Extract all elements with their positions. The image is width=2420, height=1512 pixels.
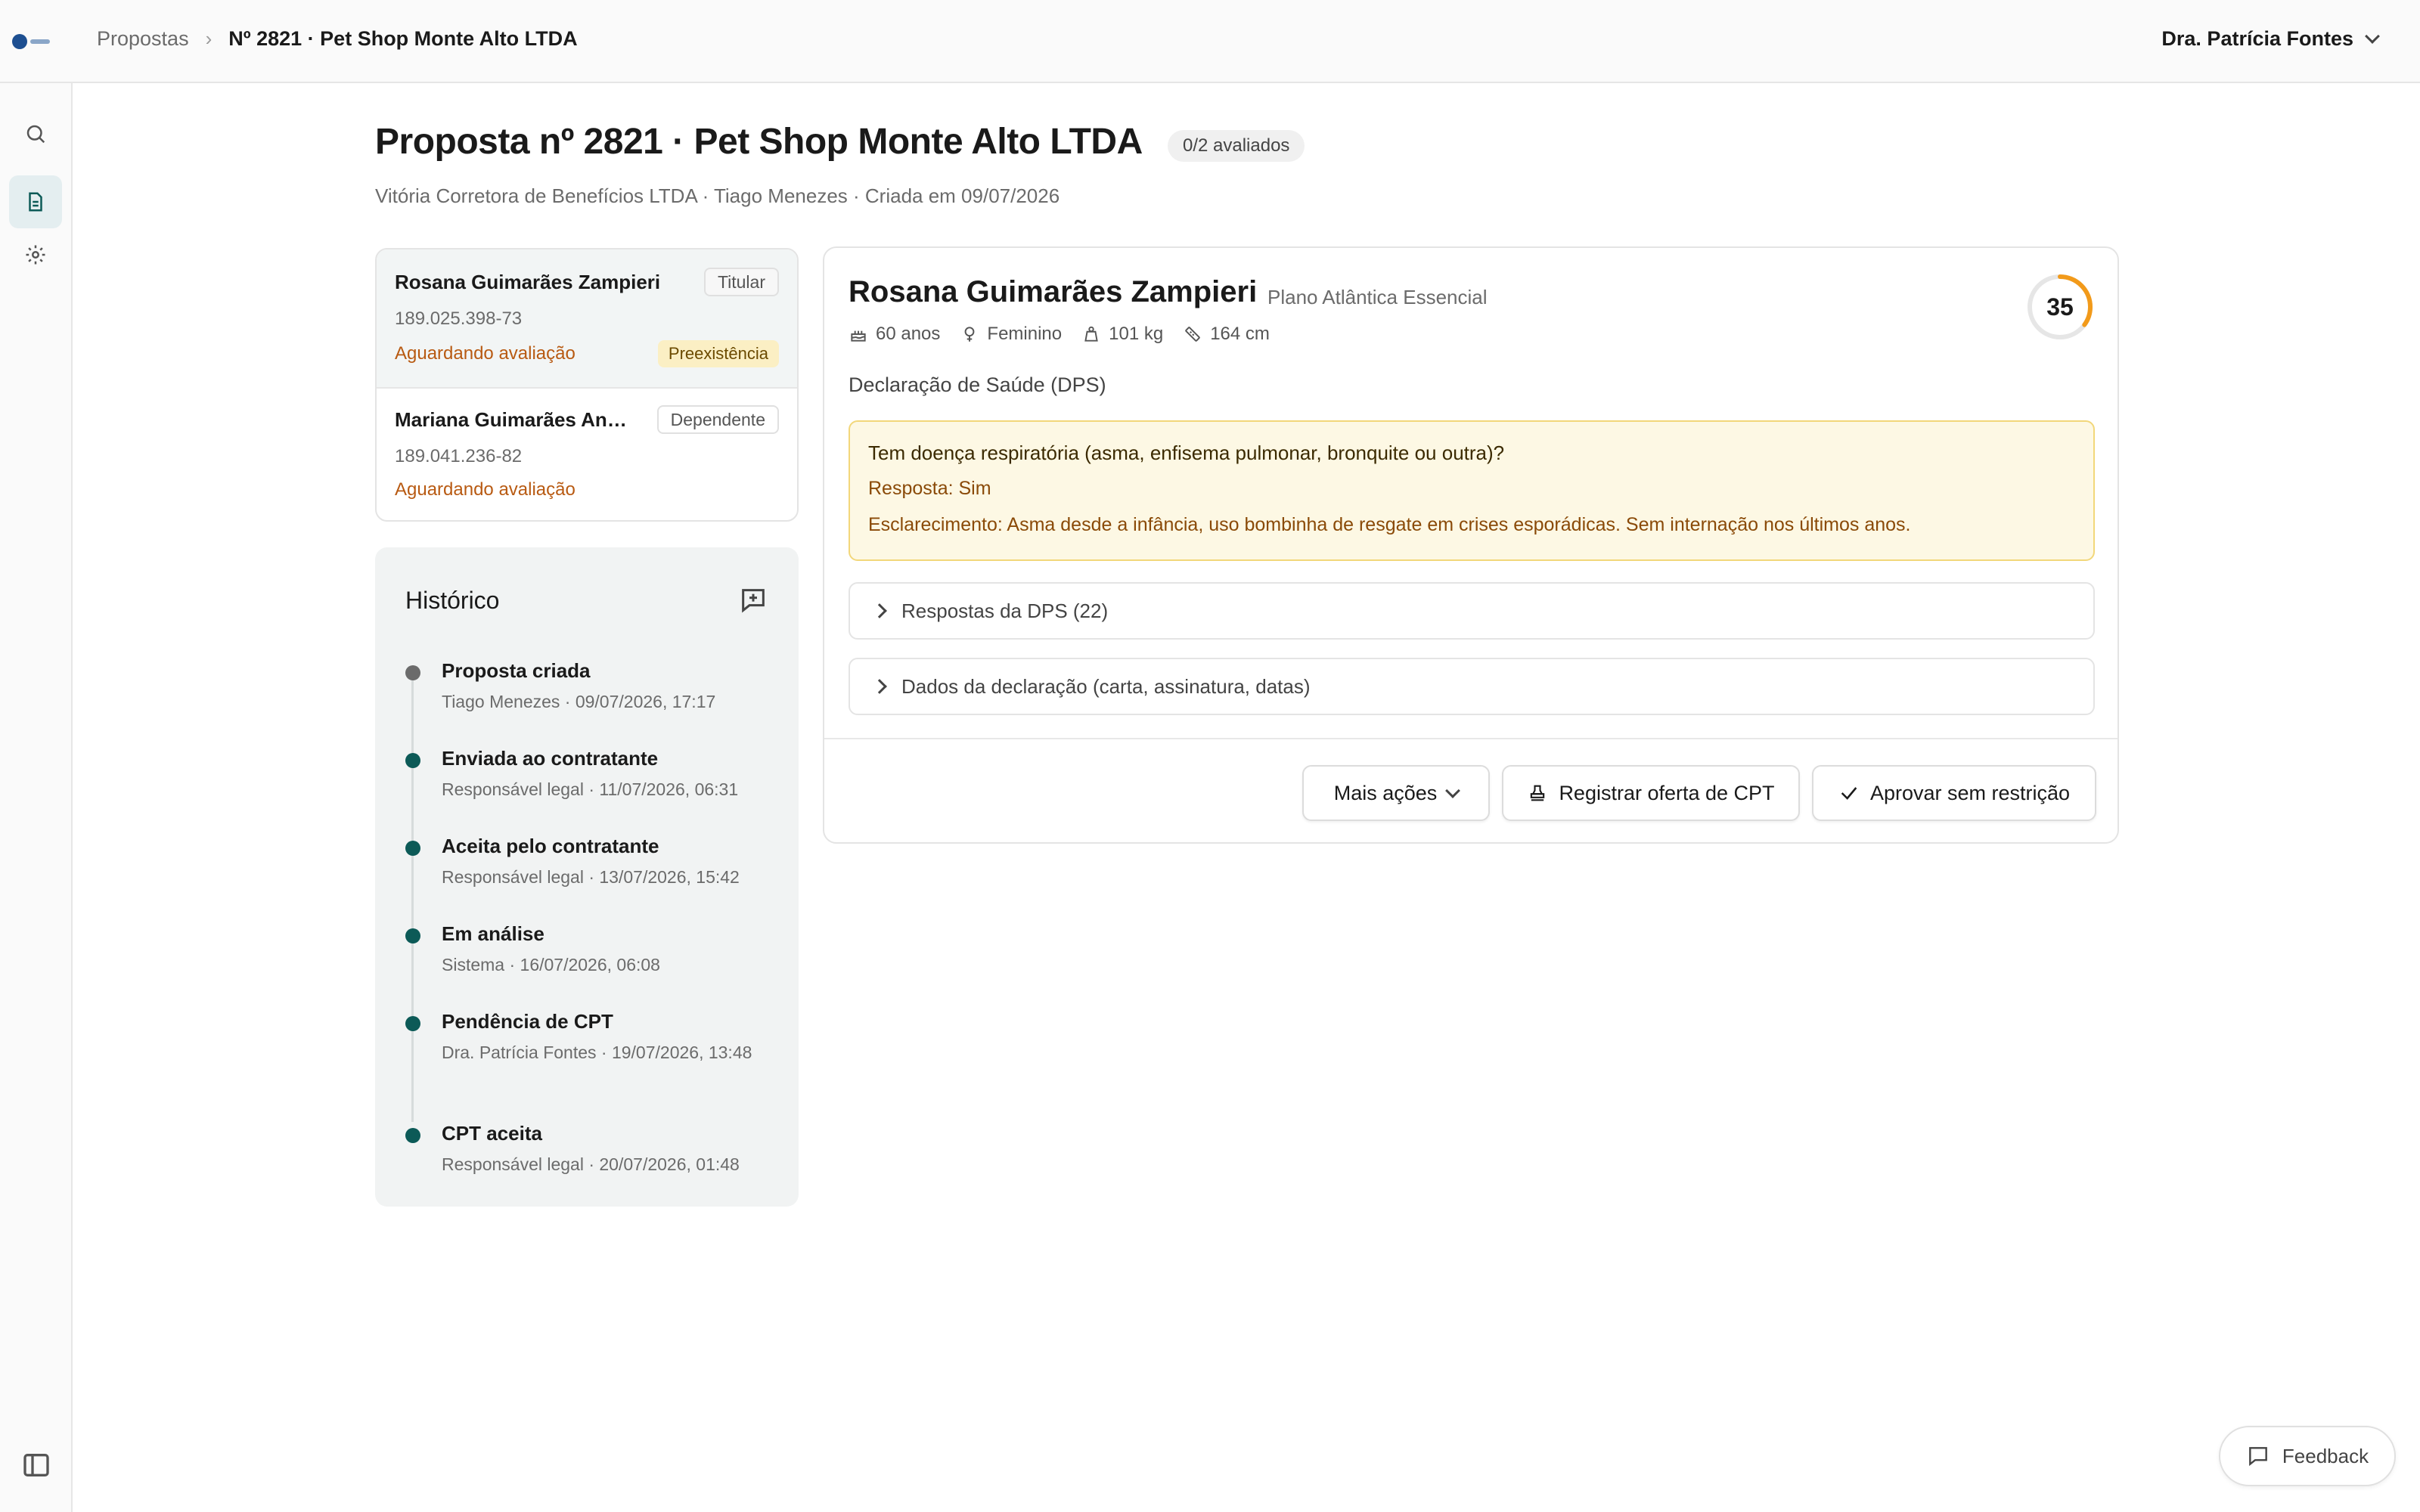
feedback-button[interactable]: Feedback bbox=[2219, 1426, 2396, 1486]
dps-alert-card: Tem doença respiratória (asma, enfisema … bbox=[849, 420, 2095, 561]
button-label: Mais ações bbox=[1333, 781, 1438, 804]
evaluated-count-badge: 0/2 avaliados bbox=[1168, 130, 1305, 162]
height-meta: 164 cm bbox=[1183, 324, 1270, 345]
beneficiary-status: Aguardando avaliação bbox=[395, 479, 576, 500]
timeline-dot bbox=[405, 665, 420, 680]
timeline-dot bbox=[405, 841, 420, 856]
top-bar: Propostas › Nº 2821 · Pet Shop Monte Alt… bbox=[0, 0, 2420, 83]
timeline-dot bbox=[405, 753, 420, 768]
user-menu[interactable]: Dra. Patrícia Fontes bbox=[2161, 27, 2380, 51]
document-icon bbox=[29, 192, 42, 212]
user-name: Dra. Patrícia Fontes bbox=[2161, 27, 2353, 50]
age-value: 60 anos bbox=[876, 324, 941, 344]
history-item-meta: Dra. Patrícia Fontes · 19/07/2026, 13:48 bbox=[442, 1043, 752, 1062]
gear-icon bbox=[26, 245, 45, 265]
chevron-down-icon bbox=[1445, 783, 1461, 798]
beneficiary-detail-panel: Rosana Guimarães Zampieri Plano Atlântic… bbox=[823, 246, 2119, 844]
button-label: Aprovar sem restrição bbox=[1869, 781, 2071, 804]
check-icon bbox=[1841, 787, 1857, 800]
chat-icon bbox=[2249, 1447, 2267, 1467]
timeline-dot bbox=[405, 928, 420, 943]
age-meta: 60 anos bbox=[849, 324, 940, 345]
beneficiary-list: Rosana Guimarães Zampieri Titular 189.02… bbox=[375, 248, 799, 522]
sex-value: Feminino bbox=[987, 324, 1063, 344]
breadcrumb: Propostas › Nº 2821 · Pet Shop Monte Alt… bbox=[97, 27, 578, 51]
chevron-right-icon: › bbox=[205, 27, 213, 50]
history-item-title: CPT aceita bbox=[442, 1122, 542, 1145]
page-title: Proposta nº 2821 · Pet Shop Monte Alto L… bbox=[375, 122, 1143, 162]
dps-answers-accordion[interactable]: Respostas da DPS (22) bbox=[849, 582, 2095, 640]
divider bbox=[824, 738, 2118, 739]
score-value: 35 bbox=[2046, 293, 2074, 321]
app-logo[interactable] bbox=[12, 32, 51, 51]
weight-meta: 101 kg bbox=[1081, 324, 1163, 345]
history-item-title: Aceita pelo contratante bbox=[442, 835, 659, 857]
timeline-line bbox=[411, 668, 414, 1122]
weight-value: 101 kg bbox=[1109, 324, 1164, 344]
chevron-right-icon bbox=[872, 603, 887, 618]
sex-meta: Feminino bbox=[960, 324, 1062, 345]
history-title: Histórico bbox=[405, 587, 500, 614]
sidebar bbox=[0, 83, 73, 1512]
ruler-icon bbox=[1185, 327, 1200, 342]
alert-answer: Resposta: Sim bbox=[868, 478, 991, 499]
more-actions-button[interactable]: Mais ações bbox=[1302, 765, 1490, 821]
beneficiary-item-dependente[interactable]: Mariana Guimarães Andrade Dependente 189… bbox=[377, 389, 797, 520]
dps-section-label: Declaração de Saúde (DPS) bbox=[849, 373, 1106, 396]
detail-meta: 60 anos Feminino 101 kg 164 cm bbox=[849, 324, 1270, 345]
beneficiary-cpf: 189.025.398-73 bbox=[395, 308, 523, 329]
history-item-title: Pendência de CPT bbox=[442, 1010, 613, 1033]
approve-without-restriction-button[interactable]: Aprovar sem restrição bbox=[1812, 765, 2096, 821]
history-item-meta: Tiago Menezes · 09/07/2026, 17:17 bbox=[442, 692, 716, 711]
history-item-meta: Responsável legal · 11/07/2026, 06:31 bbox=[442, 779, 739, 799]
history-item-meta: Responsável legal · 13/07/2026, 15:42 bbox=[442, 867, 740, 887]
sidebar-settings-button[interactable] bbox=[9, 228, 62, 281]
sidebar-proposals-button[interactable] bbox=[9, 175, 62, 228]
risk-score-gauge: 35 bbox=[2025, 272, 2095, 342]
beneficiary-cpf: 189.041.236-82 bbox=[395, 446, 523, 466]
breadcrumb-propostas-link[interactable]: Propostas bbox=[97, 27, 189, 51]
accordion-label: Respostas da DPS (22) bbox=[901, 599, 1109, 622]
feedback-label: Feedback bbox=[2282, 1444, 2369, 1467]
beneficiary-role-badge: Titular bbox=[703, 268, 779, 296]
female-icon bbox=[965, 327, 975, 342]
breadcrumb-current: Nº 2821 · Pet Shop Monte Alto LTDA bbox=[228, 27, 578, 50]
sidebar-toggle-icon[interactable] bbox=[21, 1450, 51, 1480]
history-item-meta: Sistema · 16/07/2026, 06:08 bbox=[442, 955, 660, 974]
register-cpt-offer-button[interactable]: Registrar oferta de CPT bbox=[1502, 765, 1800, 821]
weight-icon bbox=[1084, 326, 1098, 342]
beneficiary-name: Mariana Guimarães Andrade bbox=[395, 408, 634, 431]
chevron-right-icon bbox=[872, 679, 887, 694]
add-comment-icon[interactable] bbox=[738, 585, 768, 615]
history-item-title: Proposta criada bbox=[442, 659, 591, 682]
button-label: Registrar oferta de CPT bbox=[1559, 781, 1775, 804]
cake-icon bbox=[851, 330, 866, 342]
logo-mark bbox=[12, 34, 27, 49]
detail-name: Rosana Guimarães Zampieri bbox=[849, 275, 1258, 308]
logo-wordmark bbox=[30, 39, 50, 44]
timeline-dot bbox=[405, 1128, 420, 1143]
beneficiary-status: Aguardando avaliação bbox=[395, 343, 576, 364]
height-value: 164 cm bbox=[1210, 324, 1270, 344]
declaration-data-accordion[interactable]: Dados da declaração (carta, assinatura, … bbox=[849, 658, 2095, 715]
alert-clarification: Esclarecimento: Asma desde a infância, u… bbox=[868, 514, 1911, 535]
detail-plan: Plano Atlântica Essencial bbox=[1267, 286, 1488, 308]
beneficiary-name: Rosana Guimarães Zampieri bbox=[395, 271, 661, 293]
preexisting-badge: Preexistência bbox=[657, 340, 779, 367]
accordion-label: Dados da declaração (carta, assinatura, … bbox=[901, 674, 1311, 698]
history-item-meta: Responsável legal · 20/07/2026, 01:48 bbox=[442, 1154, 740, 1174]
search-icon bbox=[26, 125, 45, 144]
page-subtitle: Vitória Corretora de Benefícios LTDA · T… bbox=[375, 184, 1060, 207]
beneficiary-role-badge: Dependente bbox=[656, 405, 779, 434]
history-panel: Histórico Proposta criada Tiago Menezes … bbox=[375, 547, 799, 1207]
timeline-dot bbox=[405, 1016, 420, 1031]
history-item-title: Em análise bbox=[442, 922, 544, 945]
alert-question: Tem doença respiratória (asma, enfisema … bbox=[868, 442, 1505, 464]
history-item-title: Enviada ao contratante bbox=[442, 747, 659, 770]
sidebar-search-button[interactable] bbox=[9, 107, 62, 160]
stamp-icon bbox=[1531, 785, 1545, 801]
beneficiary-item-titular[interactable]: Rosana Guimarães Zampieri Titular 189.02… bbox=[377, 249, 797, 387]
chevron-down-icon bbox=[2365, 28, 2380, 44]
